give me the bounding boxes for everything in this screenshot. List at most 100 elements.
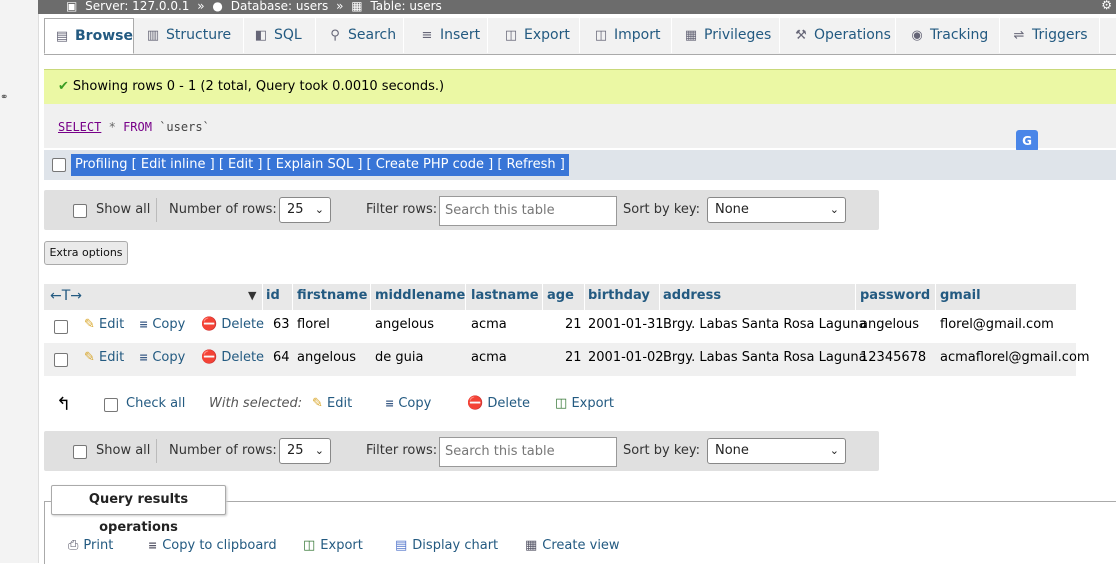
- cell-id[interactable]: 63: [273, 317, 290, 332]
- breadcrumb-table[interactable]: Table: users: [370, 0, 441, 13]
- cell-birthday[interactable]: 2001-01-31: [588, 317, 664, 332]
- link-chain-icon[interactable]: ⚭: [0, 92, 8, 103]
- row-copy-link[interactable]: ≡ Copy: [139, 350, 185, 365]
- translate-icon[interactable]: G: [1016, 130, 1038, 152]
- column-header-gmail[interactable]: gmail: [940, 288, 981, 303]
- cell-age[interactable]: 21: [565, 317, 582, 332]
- create-view-label: Create view: [542, 538, 620, 553]
- cell-password[interactable]: angelous: [860, 317, 919, 332]
- cell-password[interactable]: 12345678: [860, 350, 926, 365]
- check-all-checkbox[interactable]: [104, 398, 118, 412]
- tab-operations[interactable]: ⚒ Operations: [780, 18, 896, 53]
- sort-by-key-select[interactable]: None ⌄: [707, 197, 846, 223]
- sort-by-key-value: None: [715, 443, 749, 458]
- bulk-export-button[interactable]: ◫ Export: [555, 396, 614, 411]
- query-actions-links[interactable]: Profiling [ Edit inline ] [ Edit ] [ Exp…: [71, 154, 569, 176]
- column-header-firstname[interactable]: firstname: [297, 288, 367, 303]
- print-label: Print: [83, 538, 114, 553]
- display-chart-link[interactable]: ▤ Display chart: [395, 538, 498, 553]
- cell-lastname[interactable]: acma: [471, 350, 507, 365]
- check-all-label[interactable]: Check all: [126, 396, 185, 411]
- bulk-delete-button[interactable]: ⛔ Delete: [467, 396, 530, 411]
- number-of-rows-label: Number of rows:: [169, 202, 277, 217]
- row-delete-link[interactable]: ⛔ Delete: [201, 317, 264, 332]
- tab-triggers[interactable]: ⇌ Triggers: [1000, 18, 1100, 53]
- divider: [542, 284, 543, 310]
- show-all-checkbox[interactable]: [73, 445, 87, 459]
- bulk-copy-button[interactable]: ≡ Copy: [385, 396, 431, 411]
- display-chart-label: Display chart: [412, 538, 499, 553]
- sort-by-key-select[interactable]: None ⌄: [707, 438, 846, 464]
- tab-insert[interactable]: ≡ Insert: [404, 18, 488, 53]
- cell-firstname[interactable]: angelous: [297, 350, 356, 365]
- tab-label: Structure: [166, 27, 232, 43]
- tab-label: Browse: [75, 28, 133, 44]
- cell-firstname[interactable]: florel: [297, 317, 330, 332]
- column-header-id[interactable]: id: [266, 288, 280, 303]
- chevron-down-icon: ⌄: [829, 203, 839, 216]
- filter-rows-input[interactable]: Search this table: [439, 437, 617, 467]
- tab-structure[interactable]: ▥ Structure: [136, 18, 244, 53]
- bulk-edit-button[interactable]: ✎ Edit: [312, 396, 352, 411]
- copy-icon: ≡: [385, 397, 395, 410]
- copy-icon: ≡: [139, 351, 149, 364]
- breadcrumb-server[interactable]: Server: 127.0.0.1: [85, 0, 189, 13]
- cell-gmail[interactable]: florel@gmail.com: [940, 317, 1054, 332]
- sql-keyword-select: SELECT: [58, 120, 102, 134]
- cell-middlename[interactable]: angelous: [375, 317, 434, 332]
- profiling-checkbox[interactable]: [52, 158, 66, 172]
- tab-export[interactable]: ◫ Export: [488, 18, 580, 53]
- print-link[interactable]: ⎙ Print: [68, 538, 113, 553]
- cell-age[interactable]: 21: [565, 350, 582, 365]
- tab-import[interactable]: ◫ Import: [580, 18, 672, 53]
- tab-label: Tracking: [930, 27, 989, 43]
- extra-options-button[interactable]: Extra options: [44, 241, 128, 265]
- number-of-rows-select[interactable]: 25 ⌄: [279, 438, 331, 464]
- sql-query[interactable]: SELECT * FROM `users`: [58, 120, 210, 134]
- column-header-password[interactable]: password: [860, 288, 930, 303]
- row-copy-link[interactable]: ≡ Copy: [139, 317, 185, 332]
- delete-icon: ⛔: [201, 350, 218, 365]
- chevron-down-icon: ⌄: [314, 444, 324, 457]
- cell-id[interactable]: 64: [273, 350, 290, 365]
- filter-placeholder: Search this table: [445, 444, 555, 459]
- server-icon: ▣: [66, 0, 78, 13]
- bulk-edit-label: Edit: [327, 396, 353, 411]
- tab-browse[interactable]: ▤ Browse: [44, 18, 134, 54]
- export-link[interactable]: ◫ Export: [303, 538, 363, 553]
- row-edit-link[interactable]: ✎ Edit: [84, 317, 124, 332]
- column-header-age[interactable]: age: [547, 288, 574, 303]
- column-header-lastname[interactable]: lastname: [471, 288, 539, 303]
- cell-lastname[interactable]: acma: [471, 317, 507, 332]
- tab-sql[interactable]: ◧ SQL: [244, 18, 316, 53]
- show-all-checkbox[interactable]: [73, 204, 87, 218]
- row-checkbox[interactable]: [54, 353, 68, 367]
- cell-address[interactable]: Brgy. Labas Santa Rosa Laguna: [663, 317, 867, 332]
- tab-privileges[interactable]: ▦ Privileges: [672, 18, 780, 53]
- settings-gear-icon[interactable]: ⚙: [1101, 0, 1112, 12]
- row-delete-link[interactable]: ⛔ Delete: [201, 350, 264, 365]
- column-header-address[interactable]: address: [663, 288, 721, 303]
- column-header-middlename[interactable]: middlename: [375, 288, 465, 303]
- tab-tracking[interactable]: ◉ Tracking: [896, 18, 1000, 53]
- row-edit-link[interactable]: ✎ Edit: [84, 350, 124, 365]
- create-view-link[interactable]: ▦ Create view: [525, 538, 620, 553]
- column-header-birthday[interactable]: birthday: [588, 288, 650, 303]
- printer-icon: ⎙: [68, 538, 79, 553]
- cell-address[interactable]: Brgy. Labas Santa Rosa Laguna: [663, 350, 867, 365]
- breadcrumb-database[interactable]: Database: users: [231, 0, 329, 13]
- sql-query-box: SELECT * FROM `users`: [44, 104, 1116, 148]
- row-checkbox[interactable]: [54, 320, 68, 334]
- cell-birthday[interactable]: 2001-01-02: [588, 350, 664, 365]
- copy-to-clipboard-link[interactable]: ≡ Copy to clipboard: [148, 538, 277, 553]
- sort-triangle-icon[interactable]: ▼: [248, 289, 256, 302]
- number-of-rows-select[interactable]: 25 ⌄: [279, 197, 331, 223]
- number-of-rows-value: 25: [287, 443, 304, 458]
- filter-rows-input[interactable]: Search this table: [439, 196, 617, 226]
- tab-search[interactable]: ⚲ Search: [316, 18, 404, 53]
- cell-gmail[interactable]: acmaflorel@gmail.com: [940, 350, 1090, 365]
- browse-icon: ▤: [55, 29, 69, 44]
- column-resize-arrows-icon[interactable]: ←T→: [50, 288, 82, 304]
- cell-middlename[interactable]: de guia: [375, 350, 423, 365]
- sql-icon: ◧: [254, 28, 268, 43]
